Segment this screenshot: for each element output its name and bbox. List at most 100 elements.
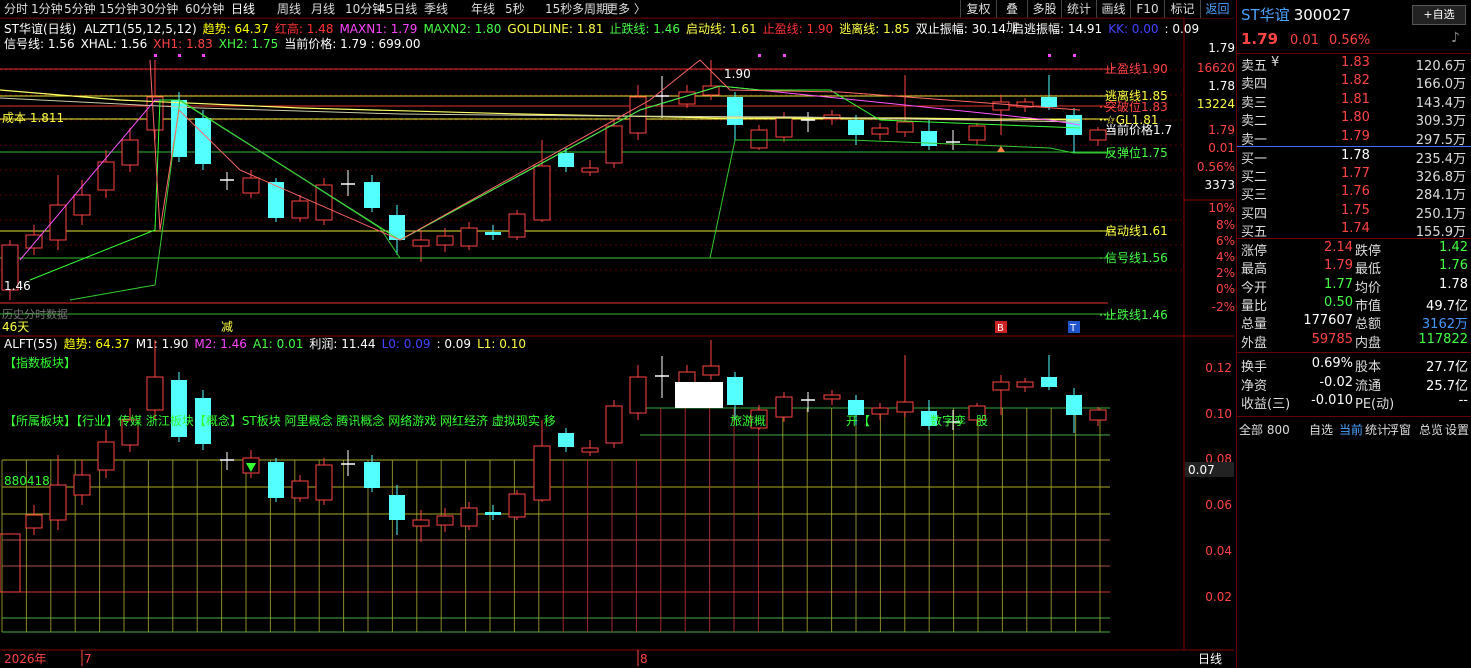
sub-candlestick[interactable] [315,458,333,505]
sub-candlestick[interactable] [25,505,43,535]
ask-mark: ¥ [1271,55,1280,70]
ask-row[interactable]: 卖三 1.81 143.4万 [1237,91,1471,111]
sub-candlestick[interactable] [775,392,793,422]
sub-indicator-name[interactable]: ALFT(55) [4,337,58,351]
sub-candlestick[interactable] [702,340,720,380]
candlestick[interactable] [655,76,669,118]
bid-row[interactable]: 买四 1.75 250.1万 [1237,202,1471,222]
price-axis-label: 0.56% [1197,160,1235,174]
candlestick[interactable] [946,130,960,150]
sub-candlestick[interactable] [629,365,647,420]
sub-candlestick[interactable] [1089,407,1107,426]
bid-row[interactable]: 买三 1.76 284.1万 [1237,183,1471,204]
sub-candlestick[interactable] [727,372,743,420]
candlestick[interactable] [242,170,260,198]
sub-indicator-value: L1: 0.10 [477,337,526,351]
panel-tab[interactable]: 设置 [1445,421,1469,438]
candlestick[interactable] [1066,108,1082,153]
ask-row[interactable]: 卖五 ¥1.83 120.6万 [1237,54,1471,74]
current-value: 0.07 [1188,463,1215,477]
sub-candlestick[interactable] [896,355,914,417]
sub-candlestick[interactable] [605,400,623,448]
bid-volume: 284.1万 [1415,188,1466,204]
candlestick[interactable] [1089,127,1107,146]
sub-candlestick[interactable] [558,428,574,452]
candlestick[interactable] [921,120,937,150]
sub-candlestick[interactable] [171,372,187,442]
price-pct: 0.56% [1328,33,1371,48]
sub-candlestick[interactable] [268,458,284,502]
sub-candlestick[interactable] [871,403,889,420]
candlestick[interactable] [508,210,526,240]
candlestick[interactable] [389,205,405,255]
panel-tab[interactable]: 总览 [1419,421,1443,438]
candlestick[interactable] [629,85,647,140]
candle-body [73,474,91,496]
indicator-formula[interactable]: ALZT1(55,12,5,12) [84,22,196,36]
sub-candlestick[interactable] [655,356,669,398]
sub-candlestick[interactable] [49,455,67,530]
sub-candlestick[interactable] [823,390,841,405]
panel-tab[interactable]: 浮窗 [1387,421,1411,438]
candlestick[interactable] [49,175,67,250]
sub-candlestick[interactable] [97,430,115,478]
sub-candlestick[interactable] [1041,355,1057,390]
stat-row: 换手 0.69% 股本 27.7亿 [1237,355,1471,375]
sub-candlestick[interactable] [460,502,478,530]
ask-row[interactable]: 卖一 1.79 297.5万 [1237,128,1471,148]
bid-row[interactable]: 买五 1.74 155.9万 [1237,220,1471,240]
candlestick[interactable] [220,172,234,190]
candlestick[interactable] [581,160,599,176]
sub-indicator-value: M2: 1.46 [194,337,247,351]
candlestick[interactable] [727,92,743,140]
candlestick[interactable] [364,175,380,212]
candle-body [871,127,889,135]
bid-row[interactable]: 买一 1.78 235.4万 [1237,147,1471,167]
panel-tab[interactable]: 当前 [1339,421,1363,438]
ask-row[interactable]: 卖四 1.82 166.0万 [1237,72,1471,92]
candlestick[interactable] [485,225,501,240]
sub-candlestick[interactable] [436,508,454,532]
sub-candlestick[interactable] [73,460,91,505]
sub-candlestick[interactable] [485,505,501,520]
candlestick[interactable] [315,178,333,225]
sub-candlestick[interactable] [146,340,164,420]
candlestick[interactable] [1041,75,1057,110]
candlestick[interactable] [801,112,815,132]
candlestick[interactable] [750,125,768,150]
bell-icon[interactable]: ♪ [1451,30,1460,46]
year-label: 2026年 [4,652,47,666]
candlestick[interactable] [968,123,986,145]
indicator-value: XHAL: 1.56 [81,37,148,51]
sub-candlestick[interactable] [1016,378,1034,392]
add-watchlist-button[interactable]: +自选 [1412,5,1466,25]
candlestick[interactable] [412,230,430,262]
panel-tab[interactable]: 统计 [1365,421,1389,438]
ask-row[interactable]: 卖二 1.80 309.3万 [1237,109,1471,129]
sub-candlestick[interactable] [533,420,551,502]
candlestick[interactable] [121,128,139,172]
bid-row[interactable]: 买二 1.77 326.8万 [1237,165,1471,186]
panel-tab[interactable]: 自选 [1309,421,1333,438]
candlestick[interactable] [341,170,355,196]
sub-candlestick[interactable] [1066,388,1082,433]
sub-candlestick[interactable] [364,455,380,492]
candlestick[interactable] [268,178,284,222]
sub-candlestick[interactable] [389,485,405,535]
candlestick[interactable] [97,150,115,198]
period-label[interactable]: 日线 [1198,652,1222,666]
sub-candlestick[interactable] [508,490,526,520]
bid-label: 买二 [1241,170,1268,186]
candlestick[interactable] [460,222,478,250]
candlestick[interactable] [436,228,454,252]
panel-tab[interactable]: 全部 800 [1239,421,1290,438]
price-axis-label: 1.78 [1208,79,1235,93]
candlestick[interactable] [678,85,696,108]
t-badge-text: T [1069,323,1077,334]
sub-candlestick[interactable] [412,510,430,542]
sub-candlestick[interactable] [801,392,815,412]
candlestick[interactable] [871,123,889,140]
candle-body [242,177,260,194]
sub-candlestick[interactable] [581,440,599,456]
sub-candlestick[interactable] [992,375,1010,415]
